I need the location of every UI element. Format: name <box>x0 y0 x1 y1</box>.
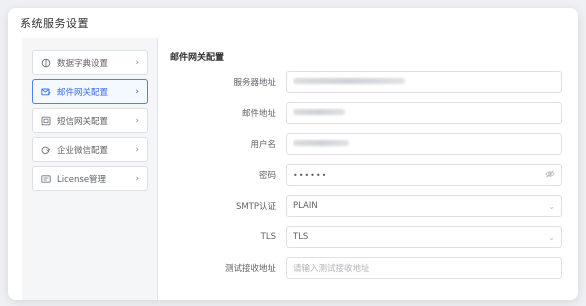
password-input[interactable]: •••••• <box>286 164 562 186</box>
username-row: 用户名 <box>170 133 578 155</box>
sidebar-item-label: 数据字典设置 <box>57 58 109 69</box>
chevron-right-icon: › <box>135 173 139 184</box>
sms-icon <box>41 116 51 126</box>
sidebar-item-label: 邮件网关配置 <box>57 87 109 98</box>
sidebar-item-wechat[interactable]: 企业微信配置 › <box>32 137 148 162</box>
test-address-input[interactable]: 请输入测试接收地址 <box>286 257 562 279</box>
username-value <box>293 139 555 149</box>
wechat-icon <box>41 145 51 155</box>
smtp-auth-label: SMTP认证 <box>235 202 276 212</box>
server-address-row: 服务器地址 <box>170 71 578 93</box>
settings-sidebar: 数据字典设置 › 邮件网关配置 › 短信网关配置 › 企业微信配置 › Lice… <box>22 38 158 300</box>
tls-select[interactable]: TLS ⌄ <box>286 226 562 248</box>
chevron-right-icon: › <box>135 86 139 97</box>
mail-address-row: 邮件地址 <box>170 102 578 124</box>
settings-window: 系统服务设置 数据字典设置 › 邮件网关配置 › 短信网关配置 › 企业微信配置… <box>8 8 578 300</box>
password-value: •••••• <box>293 170 328 180</box>
mail-gateway-panel: 邮件网关配置 服务器地址 邮件地址 用户名 密码 •••••• SMTP认证 P… <box>158 38 578 300</box>
tls-row: TLS TLS ⌄ <box>170 226 578 248</box>
sidebar-item-sms-gateway[interactable]: 短信网关配置 › <box>32 108 148 133</box>
smtp-auth-select[interactable]: PLAIN ⌄ <box>286 195 562 217</box>
dictionary-icon <box>41 58 51 68</box>
sidebar-item-mail-gateway[interactable]: 邮件网关配置 › <box>32 79 148 104</box>
eye-hidden-icon[interactable] <box>545 170 555 180</box>
smtp-auth-row: SMTP认证 PLAIN ⌄ <box>170 195 578 217</box>
server-address-label: 服务器地址 <box>233 78 276 88</box>
sidebar-item-license[interactable]: License管理 › <box>32 166 148 191</box>
tls-label: TLS <box>260 232 276 242</box>
server-address-value <box>293 77 555 87</box>
test-address-placeholder: 请输入测试接收地址 <box>293 264 370 274</box>
chevron-down-icon: ⌄ <box>548 232 555 242</box>
tls-value: TLS <box>293 232 309 242</box>
server-address-input[interactable] <box>286 71 562 93</box>
mail-edit-icon <box>41 87 51 97</box>
mail-address-input[interactable] <box>286 102 562 124</box>
panel-title: 邮件网关配置 <box>170 53 225 63</box>
test-address-label: 测试接收地址 <box>224 264 276 274</box>
test-address-row: 测试接收地址 请输入测试接收地址 <box>170 257 578 279</box>
chevron-down-icon: ⌄ <box>548 201 555 211</box>
username-input[interactable] <box>286 133 562 155</box>
password-label: 密码 <box>258 171 276 181</box>
chevron-right-icon: › <box>135 57 139 68</box>
mail-address-label: 邮件地址 <box>241 109 276 119</box>
chevron-right-icon: › <box>135 144 139 155</box>
password-row: 密码 •••••• <box>170 164 578 186</box>
username-label: 用户名 <box>250 140 276 150</box>
license-icon <box>41 174 51 184</box>
mail-address-value <box>293 108 555 118</box>
sidebar-item-label: License管理 <box>57 174 107 185</box>
smtp-auth-value: PLAIN <box>293 201 318 211</box>
sidebar-item-dictionary[interactable]: 数据字典设置 › <box>32 50 148 75</box>
sidebar-item-label: 企业微信配置 <box>57 145 109 156</box>
window-title: 系统服务设置 <box>8 8 578 38</box>
sidebar-item-label: 短信网关配置 <box>57 116 109 127</box>
chevron-right-icon: › <box>135 115 139 126</box>
settings-content: 数据字典设置 › 邮件网关配置 › 短信网关配置 › 企业微信配置 › Lice… <box>22 38 578 300</box>
